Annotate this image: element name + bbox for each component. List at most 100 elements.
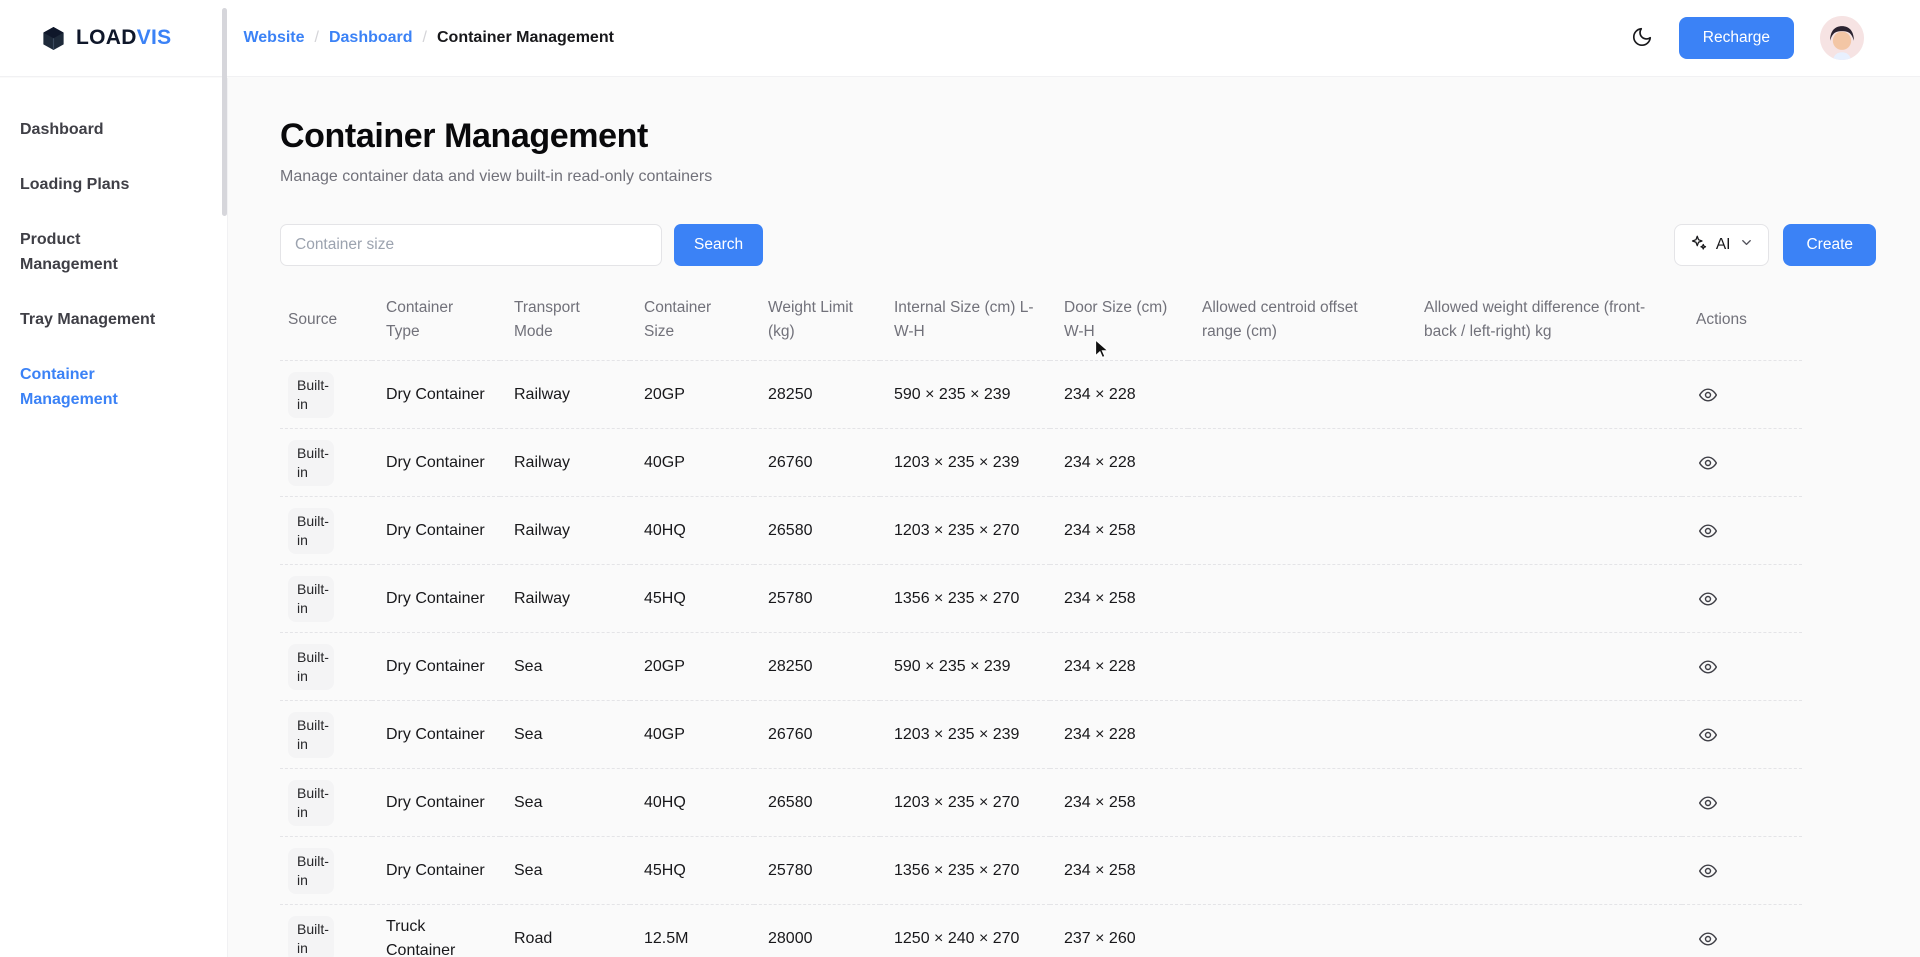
sidebar-item-product-management[interactable]: Product Management [0, 214, 168, 290]
cell-container-type: Dry Container [372, 429, 500, 497]
cell-transport-mode: Railway [500, 497, 630, 565]
eye-icon [1698, 385, 1718, 405]
cell-centroid-offset [1188, 429, 1410, 497]
view-details-button[interactable] [1696, 927, 1720, 951]
cell-actions [1682, 633, 1802, 701]
cell-actions [1682, 837, 1802, 905]
cell-container-size: 20GP [630, 361, 754, 429]
eye-icon [1698, 521, 1718, 541]
cell-transport-mode: Road [500, 905, 630, 957]
view-details-button[interactable] [1696, 723, 1720, 747]
cell-transport-mode: Railway [500, 565, 630, 633]
cell-centroid-offset [1188, 905, 1410, 957]
breadcrumb-dashboard[interactable]: Dashboard [329, 29, 413, 47]
search-button[interactable]: Search [674, 224, 763, 266]
eye-icon [1698, 929, 1718, 949]
cell-transport-mode: Sea [500, 769, 630, 837]
table-row: Built-inTruck ContainerRoad12.5M28000125… [280, 905, 1802, 957]
top-bar: LOADVIS Website/Dashboard/Container Mana… [0, 0, 1920, 77]
eye-icon [1698, 589, 1718, 609]
cell-centroid-offset [1188, 361, 1410, 429]
column-header-allowed-centroid-offset-range-cm: Allowed centroid offset range (cm) [1188, 292, 1410, 361]
view-details-button[interactable] [1696, 451, 1720, 475]
table-body: Built-inDry ContainerRailway20GP28250590… [280, 361, 1802, 957]
cell-source: Built-in [280, 361, 372, 429]
table-row: Built-inDry ContainerRailway20GP28250590… [280, 361, 1802, 429]
cell-centroid-offset [1188, 497, 1410, 565]
eye-icon [1698, 725, 1718, 745]
table-row: Built-inDry ContainerRailway40GP26760120… [280, 429, 1802, 497]
page-title: Container Management [280, 117, 1876, 156]
cell-internal-size: 1203 × 235 × 239 [880, 701, 1050, 769]
view-details-button[interactable] [1696, 791, 1720, 815]
cell-weight-difference [1410, 837, 1682, 905]
breadcrumb-website[interactable]: Website [243, 29, 304, 47]
table-header: SourceContainer TypeTransport ModeContai… [280, 292, 1802, 361]
search-input[interactable] [280, 224, 662, 266]
sidebar-item-dashboard[interactable]: Dashboard [0, 104, 168, 155]
cell-actions [1682, 565, 1802, 633]
sidebar-nav: DashboardLoading PlansProduct Management… [0, 104, 227, 425]
cell-internal-size: 590 × 235 × 239 [880, 361, 1050, 429]
sparkles-icon [1689, 234, 1707, 257]
cell-centroid-offset [1188, 565, 1410, 633]
cell-internal-size: 1356 × 235 × 270 [880, 565, 1050, 633]
cell-internal-size: 1356 × 235 × 270 [880, 837, 1050, 905]
cell-weight-difference [1410, 565, 1682, 633]
table-row: Built-inDry ContainerRailway40HQ26580120… [280, 497, 1802, 565]
cell-container-type: Dry Container [372, 701, 500, 769]
cell-door-size: 237 × 260 [1050, 905, 1188, 957]
eye-icon [1698, 861, 1718, 881]
view-details-button[interactable] [1696, 519, 1720, 543]
sidebar-scrollbar[interactable] [222, 8, 227, 216]
column-header-weight-limit-kg: Weight Limit (kg) [754, 292, 880, 361]
cell-container-type: Dry Container [372, 497, 500, 565]
cell-door-size: 234 × 228 [1050, 361, 1188, 429]
cell-source: Built-in [280, 565, 372, 633]
table-row: Built-inDry ContainerSea45HQ257801356 × … [280, 837, 1802, 905]
cell-source: Built-in [280, 769, 372, 837]
cell-door-size: 234 × 258 [1050, 497, 1188, 565]
column-header-transport-mode: Transport Mode [500, 292, 630, 361]
sidebar-item-loading-plans[interactable]: Loading Plans [0, 159, 168, 210]
cube-box-icon [40, 25, 67, 52]
cell-weight-limit: 25780 [754, 565, 880, 633]
view-details-button[interactable] [1696, 587, 1720, 611]
column-header-container-size: Container Size [630, 292, 754, 361]
logo-text: LOADVIS [76, 26, 171, 50]
column-header-allowed-weight-difference-front-back-left-right-kg: Allowed weight difference (front-back / … [1410, 292, 1682, 361]
table-row: Built-inDry ContainerRailway45HQ25780135… [280, 565, 1802, 633]
cell-weight-limit: 26580 [754, 497, 880, 565]
recharge-button[interactable]: Recharge [1679, 17, 1794, 59]
cell-container-size: 20GP [630, 633, 754, 701]
cell-container-type: Dry Container [372, 837, 500, 905]
cell-door-size: 234 × 228 [1050, 429, 1188, 497]
cell-weight-limit: 26760 [754, 429, 880, 497]
cell-source: Built-in [280, 837, 372, 905]
source-badge: Built-in [288, 916, 334, 957]
cell-weight-difference [1410, 429, 1682, 497]
column-header-actions: Actions [1682, 292, 1802, 361]
sidebar-item-tray-management[interactable]: Tray Management [0, 294, 168, 345]
view-details-button[interactable] [1696, 383, 1720, 407]
source-badge: Built-in [288, 372, 334, 418]
cell-actions [1682, 497, 1802, 565]
theme-toggle-button[interactable] [1631, 26, 1653, 51]
toolbar-right: AI Create [1674, 224, 1876, 266]
user-avatar[interactable] [1820, 16, 1864, 60]
create-button[interactable]: Create [1783, 224, 1876, 266]
breadcrumb-container-management: Container Management [437, 29, 614, 47]
sidebar-item-container-management[interactable]: Container Management [0, 349, 168, 425]
cell-container-size: 40GP [630, 701, 754, 769]
cell-weight-limit: 26760 [754, 701, 880, 769]
view-details-button[interactable] [1696, 859, 1720, 883]
app-logo[interactable]: LOADVIS [40, 25, 171, 52]
cell-container-type: Dry Container [372, 565, 500, 633]
column-header-container-type: Container Type [372, 292, 500, 361]
ai-dropdown-button[interactable]: AI [1674, 224, 1770, 266]
cell-container-size: 40HQ [630, 497, 754, 565]
main-content: Container Management Manage container da… [228, 77, 1920, 957]
column-header-source: Source [280, 292, 372, 361]
cell-source: Built-in [280, 429, 372, 497]
view-details-button[interactable] [1696, 655, 1720, 679]
